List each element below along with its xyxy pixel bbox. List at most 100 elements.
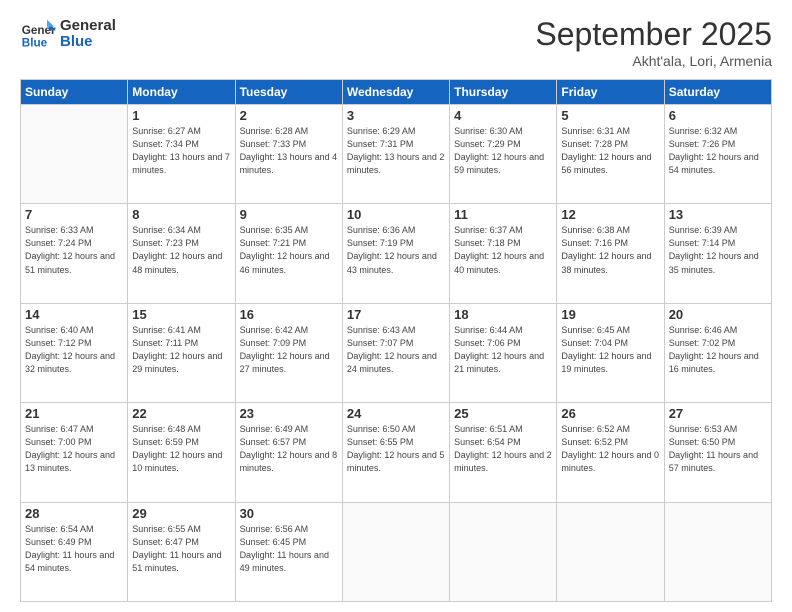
day-cell: 1Sunrise: 6:27 AMSunset: 7:34 PMDaylight… bbox=[128, 105, 235, 204]
day-number: 15 bbox=[132, 307, 230, 322]
page: General Blue General Blue September 2025… bbox=[0, 0, 792, 612]
day-number: 23 bbox=[240, 406, 338, 421]
day-number: 8 bbox=[132, 207, 230, 222]
day-info: Sunrise: 6:48 AMSunset: 6:59 PMDaylight:… bbox=[132, 423, 230, 475]
day-info: Sunrise: 6:55 AMSunset: 6:47 PMDaylight:… bbox=[132, 523, 230, 575]
day-info: Sunrise: 6:28 AMSunset: 7:33 PMDaylight:… bbox=[240, 125, 338, 177]
day-info: Sunrise: 6:54 AMSunset: 6:49 PMDaylight:… bbox=[25, 523, 123, 575]
col-sunday: Sunday bbox=[21, 80, 128, 105]
day-number: 19 bbox=[561, 307, 659, 322]
day-cell bbox=[21, 105, 128, 204]
day-info: Sunrise: 6:50 AMSunset: 6:55 PMDaylight:… bbox=[347, 423, 445, 475]
col-saturday: Saturday bbox=[664, 80, 771, 105]
day-number: 11 bbox=[454, 207, 552, 222]
day-info: Sunrise: 6:42 AMSunset: 7:09 PMDaylight:… bbox=[240, 324, 338, 376]
day-cell: 2 Sunrise: 6:28 AMSunset: 7:33 PMDaylight… bbox=[235, 105, 342, 204]
day-info: Sunrise: 6:29 AMSunset: 7:31 PMDaylight:… bbox=[347, 125, 445, 177]
day-cell: 4Sunrise: 6:30 AMSunset: 7:29 PMDaylight… bbox=[450, 105, 557, 204]
day-cell: 21 Sunrise: 6:47 AMSunset: 7:00 PMDayligh… bbox=[21, 403, 128, 502]
day-info: Sunrise: 6:41 AMSunset: 7:11 PMDaylight:… bbox=[132, 324, 230, 376]
col-tuesday: Tuesday bbox=[235, 80, 342, 105]
day-info: Sunrise: 6:32 AMSunset: 7:26 PMDaylight:… bbox=[669, 125, 767, 177]
day-cell: 27Sunrise: 6:53 AMSunset: 6:50 PMDayligh… bbox=[664, 403, 771, 502]
day-number: 25 bbox=[454, 406, 552, 421]
day-cell: 11 Sunrise: 6:37 AMSunset: 7:18 PMDayligh… bbox=[450, 204, 557, 303]
col-thursday: Thursday bbox=[450, 80, 557, 105]
day-cell: 30Sunrise: 6:56 AMSunset: 6:45 PMDayligh… bbox=[235, 502, 342, 601]
day-cell bbox=[664, 502, 771, 601]
header: General Blue General Blue September 2025… bbox=[20, 16, 772, 69]
day-number: 3 bbox=[347, 108, 445, 123]
day-number: 20 bbox=[669, 307, 767, 322]
day-info: Sunrise: 6:43 AMSunset: 7:07 PMDaylight:… bbox=[347, 324, 445, 376]
day-number: 16 bbox=[240, 307, 338, 322]
svg-text:Blue: Blue bbox=[22, 37, 48, 50]
day-number: 22 bbox=[132, 406, 230, 421]
subtitle: Akht'ala, Lori, Armenia bbox=[535, 53, 772, 69]
logo-blue: Blue bbox=[60, 34, 116, 51]
week-row-0: 1Sunrise: 6:27 AMSunset: 7:34 PMDaylight… bbox=[21, 105, 772, 204]
day-number: 18 bbox=[454, 307, 552, 322]
day-info: Sunrise: 6:35 AMSunset: 7:21 PMDaylight:… bbox=[240, 224, 338, 276]
day-cell: 9 Sunrise: 6:35 AMSunset: 7:21 PMDaylight… bbox=[235, 204, 342, 303]
day-number: 17 bbox=[347, 307, 445, 322]
day-cell: 18 Sunrise: 6:44 AMSunset: 7:06 PMDayligh… bbox=[450, 303, 557, 402]
day-info: Sunrise: 6:47 AMSunset: 7:00 PMDaylight:… bbox=[25, 423, 123, 475]
logo-icon: General Blue bbox=[20, 16, 56, 52]
week-row-1: 7 Sunrise: 6:33 AMSunset: 7:24 PMDaylight… bbox=[21, 204, 772, 303]
day-cell: 19 Sunrise: 6:45 AMSunset: 7:04 PMDayligh… bbox=[557, 303, 664, 402]
day-number: 12 bbox=[561, 207, 659, 222]
day-info: Sunrise: 6:44 AMSunset: 7:06 PMDaylight:… bbox=[454, 324, 552, 376]
day-number: 27 bbox=[669, 406, 767, 421]
day-info: Sunrise: 6:56 AMSunset: 6:45 PMDaylight:… bbox=[240, 523, 338, 575]
day-cell: 8 Sunrise: 6:34 AMSunset: 7:23 PMDaylight… bbox=[128, 204, 235, 303]
day-number: 26 bbox=[561, 406, 659, 421]
day-number: 2 bbox=[240, 108, 338, 123]
day-cell bbox=[557, 502, 664, 601]
col-monday: Monday bbox=[128, 80, 235, 105]
title-block: September 2025 Akht'ala, Lori, Armenia bbox=[535, 16, 772, 69]
header-row: Sunday Monday Tuesday Wednesday Thursday… bbox=[21, 80, 772, 105]
day-cell: 14Sunrise: 6:40 AMSunset: 7:12 PMDayligh… bbox=[21, 303, 128, 402]
logo: General Blue General Blue bbox=[20, 16, 116, 52]
day-info: Sunrise: 6:36 AMSunset: 7:19 PMDaylight:… bbox=[347, 224, 445, 276]
day-info: Sunrise: 6:30 AMSunset: 7:29 PMDaylight:… bbox=[454, 125, 552, 177]
day-number: 29 bbox=[132, 506, 230, 521]
day-number: 1 bbox=[132, 108, 230, 123]
day-cell: 6 Sunrise: 6:32 AMSunset: 7:26 PMDaylight… bbox=[664, 105, 771, 204]
day-number: 14 bbox=[25, 307, 123, 322]
day-cell: 5Sunrise: 6:31 AMSunset: 7:28 PMDaylight… bbox=[557, 105, 664, 204]
day-cell bbox=[342, 502, 449, 601]
day-info: Sunrise: 6:37 AMSunset: 7:18 PMDaylight:… bbox=[454, 224, 552, 276]
day-cell: 3 Sunrise: 6:29 AMSunset: 7:31 PMDaylight… bbox=[342, 105, 449, 204]
calendar-header: Sunday Monday Tuesday Wednesday Thursday… bbox=[21, 80, 772, 105]
calendar: Sunday Monday Tuesday Wednesday Thursday… bbox=[20, 79, 772, 602]
day-info: Sunrise: 6:34 AMSunset: 7:23 PMDaylight:… bbox=[132, 224, 230, 276]
day-cell: 16 Sunrise: 6:42 AMSunset: 7:09 PMDayligh… bbox=[235, 303, 342, 402]
day-number: 13 bbox=[669, 207, 767, 222]
day-info: Sunrise: 6:51 AMSunset: 6:54 PMDaylight:… bbox=[454, 423, 552, 475]
day-info: Sunrise: 6:38 AMSunset: 7:16 PMDaylight:… bbox=[561, 224, 659, 276]
day-cell: 7 Sunrise: 6:33 AMSunset: 7:24 PMDaylight… bbox=[21, 204, 128, 303]
day-cell: 10 Sunrise: 6:36 AMSunset: 7:19 PMDayligh… bbox=[342, 204, 449, 303]
day-number: 10 bbox=[347, 207, 445, 222]
day-number: 21 bbox=[25, 406, 123, 421]
day-number: 7 bbox=[25, 207, 123, 222]
day-cell: 28Sunrise: 6:54 AMSunset: 6:49 PMDayligh… bbox=[21, 502, 128, 601]
day-cell: 22 Sunrise: 6:48 AMSunset: 6:59 PMDayligh… bbox=[128, 403, 235, 502]
day-number: 6 bbox=[669, 108, 767, 123]
day-info: Sunrise: 6:31 AMSunset: 7:28 PMDaylight:… bbox=[561, 125, 659, 177]
day-info: Sunrise: 6:49 AMSunset: 6:57 PMDaylight:… bbox=[240, 423, 338, 475]
day-cell: 20 Sunrise: 6:46 AMSunset: 7:02 PMDayligh… bbox=[664, 303, 771, 402]
day-info: Sunrise: 6:45 AMSunset: 7:04 PMDaylight:… bbox=[561, 324, 659, 376]
day-info: Sunrise: 6:33 AMSunset: 7:24 PMDaylight:… bbox=[25, 224, 123, 276]
logo-general: General bbox=[60, 18, 116, 35]
day-cell bbox=[450, 502, 557, 601]
day-info: Sunrise: 6:46 AMSunset: 7:02 PMDaylight:… bbox=[669, 324, 767, 376]
day-cell: 29 Sunrise: 6:55 AMSunset: 6:47 PMDayligh… bbox=[128, 502, 235, 601]
col-wednesday: Wednesday bbox=[342, 80, 449, 105]
day-cell: 12 Sunrise: 6:38 AMSunset: 7:16 PMDayligh… bbox=[557, 204, 664, 303]
day-number: 9 bbox=[240, 207, 338, 222]
day-info: Sunrise: 6:52 AMSunset: 6:52 PMDaylight:… bbox=[561, 423, 659, 475]
day-cell: 17 Sunrise: 6:43 AMSunset: 7:07 PMDayligh… bbox=[342, 303, 449, 402]
